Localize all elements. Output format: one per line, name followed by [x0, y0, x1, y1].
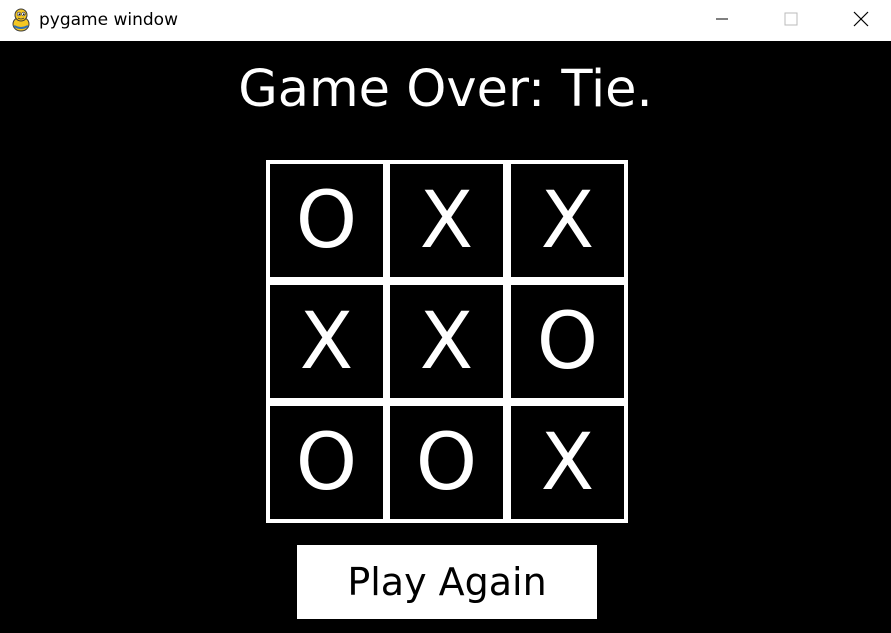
board-cell-r0c0[interactable]: O [270, 164, 383, 277]
minimize-button[interactable] [699, 0, 745, 41]
board-cell-r1c2[interactable]: O [511, 285, 624, 398]
pygame-snake-icon [10, 8, 32, 32]
minimize-icon [715, 11, 729, 30]
maximize-icon [784, 11, 798, 30]
title-bar[interactable]: pygame window [0, 0, 891, 41]
board-cell-r2c0[interactable]: O [270, 406, 383, 519]
board-cell-r2c1[interactable]: O [390, 406, 503, 519]
window-title: pygame window [39, 10, 178, 30]
play-again-button[interactable]: Play Again [297, 545, 597, 619]
close-icon [853, 11, 869, 31]
game-canvas: Game Over: Tie. O X X X X O O O X Play A… [0, 41, 891, 633]
tic-tac-toe-board: O X X X X O O O X [266, 160, 628, 523]
game-status-title: Game Over: Tie. [238, 60, 653, 119]
close-button[interactable] [838, 0, 884, 41]
board-cell-r1c0[interactable]: X [270, 285, 383, 398]
board-cell-r1c1[interactable]: X [390, 285, 503, 398]
pygame-window: pygame window Game Over: Tie. O X X X X … [0, 0, 891, 633]
board-cell-r0c1[interactable]: X [390, 164, 503, 277]
board-cell-r0c2[interactable]: X [511, 164, 624, 277]
board-cell-r2c2[interactable]: X [511, 406, 624, 519]
maximize-button[interactable] [768, 0, 814, 41]
